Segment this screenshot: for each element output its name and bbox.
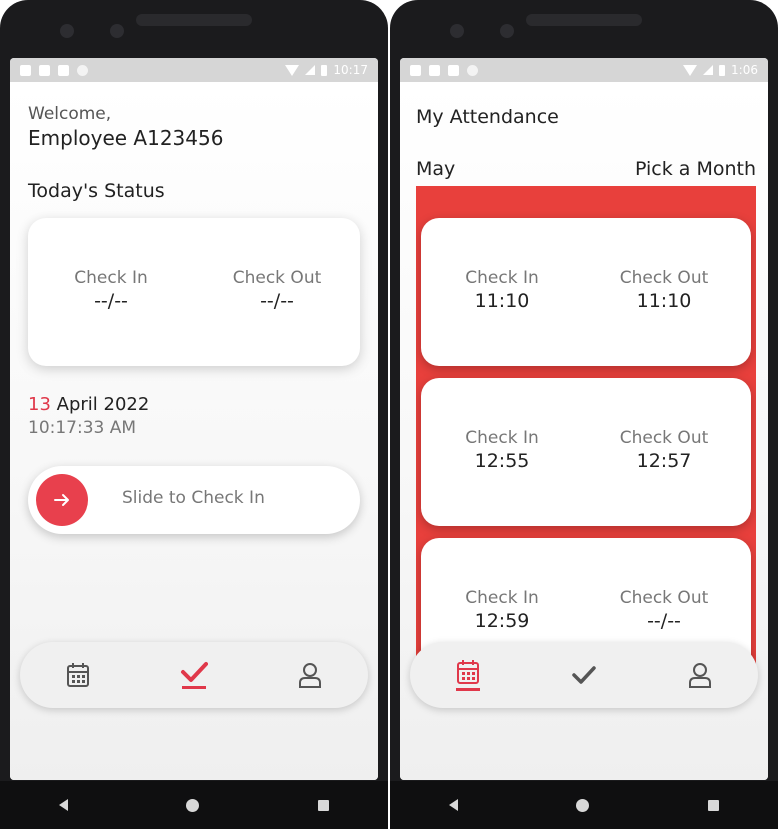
nav-profile[interactable]	[680, 653, 720, 697]
system-navigation-bar	[390, 781, 778, 829]
current-time: 10:17:33 AM	[28, 418, 137, 438]
user-icon	[689, 663, 711, 688]
front-camera	[450, 24, 464, 38]
status-time: 1:06	[731, 63, 758, 77]
nav-profile[interactable]	[290, 653, 330, 697]
check-in-column: Check In 12:55	[437, 428, 567, 472]
screen-today-status: 10:17 Welcome, Employee A123456 Today's …	[10, 58, 378, 780]
check-out-column: Check Out 11:10	[599, 268, 729, 312]
user-icon	[299, 663, 321, 688]
nav-check-in[interactable]	[564, 653, 604, 697]
check-in-value: --/--	[94, 290, 128, 312]
checkmark-icon	[572, 666, 596, 684]
main-content: Welcome, Employee A123456 Today's Status…	[10, 82, 378, 780]
screen-my-attendance: 1:06 My Attendance May Pick a Month Chec…	[400, 58, 768, 780]
check-out-value: --/--	[260, 290, 294, 312]
check-out-column: Check Out --/--	[212, 268, 342, 312]
gear-icon	[20, 64, 31, 76]
page-title: My Attendance	[416, 106, 559, 128]
current-month: May	[416, 158, 456, 180]
date-month-year: April 2022	[56, 394, 150, 415]
back-icon[interactable]	[59, 799, 69, 811]
check-in-label: Check In	[465, 428, 539, 448]
wifi-icon	[285, 64, 300, 76]
back-icon[interactable]	[449, 799, 459, 811]
status-bar: 10:17	[10, 58, 378, 82]
check-in-label: Check In	[465, 268, 539, 288]
check-out-value: 11:10	[636, 290, 692, 312]
welcome-label: Welcome,	[28, 104, 112, 124]
page-title: Today's Status	[28, 180, 165, 202]
calendar-icon	[457, 660, 479, 684]
calendar-icon	[67, 663, 89, 687]
main-content: My Attendance May Pick a Month Check In …	[400, 82, 768, 780]
earpiece-speaker	[526, 14, 642, 26]
check-out-column: Check Out --/--	[599, 588, 729, 632]
sim-card-icon	[58, 64, 69, 76]
bottom-navigation	[20, 642, 368, 708]
attendance-list: Check In 11:10 Check Out 11:10 Check In …	[416, 186, 756, 682]
active-tab-indicator	[182, 686, 206, 689]
arrow-right-icon	[54, 494, 69, 506]
pick-month-button[interactable]: Pick a Month	[635, 158, 756, 180]
date-day: 13	[28, 394, 51, 415]
check-in-column: Check In 12:59	[437, 588, 567, 632]
check-in-value: 12:59	[474, 610, 530, 632]
wifi-icon	[683, 64, 698, 76]
check-out-value: 12:57	[636, 450, 692, 472]
home-icon[interactable]	[186, 798, 200, 812]
front-sensor	[500, 24, 514, 38]
recent-apps-icon[interactable]	[317, 799, 329, 811]
dot-icon	[467, 64, 478, 76]
employee-name: Employee A123456	[28, 126, 224, 150]
recent-apps-icon[interactable]	[707, 799, 719, 811]
battery-icon	[719, 64, 726, 76]
shield-icon	[39, 64, 50, 76]
attendance-record: Check In 11:10 Check Out 11:10	[421, 218, 751, 366]
check-out-value: --/--	[647, 610, 681, 632]
home-icon[interactable]	[576, 798, 590, 812]
dot-icon	[77, 64, 88, 76]
earpiece-speaker	[136, 14, 252, 26]
nav-attendance[interactable]	[448, 653, 488, 697]
phone-frame-left: 10:17 Welcome, Employee A123456 Today's …	[0, 0, 388, 829]
battery-icon	[321, 64, 328, 76]
check-in-label: Check In	[465, 588, 539, 608]
system-navigation-bar	[0, 781, 388, 829]
check-in-value: 12:55	[474, 450, 530, 472]
slider-knob[interactable]	[36, 474, 88, 526]
check-out-label: Check Out	[619, 268, 709, 288]
status-bar: 1:06	[400, 58, 768, 82]
check-in-value: 11:10	[474, 290, 530, 312]
signal-icon	[703, 65, 714, 75]
check-in-column: Check In --/--	[46, 268, 176, 312]
check-out-column: Check Out 12:57	[599, 428, 729, 472]
current-date: 13 April 2022	[28, 394, 149, 415]
phone-frame-right: 1:06 My Attendance May Pick a Month Chec…	[390, 0, 778, 829]
check-in-label: Check In	[74, 268, 148, 288]
slider-label: Slide to Check In	[122, 488, 265, 508]
check-out-label: Check Out	[619, 588, 709, 608]
front-camera	[60, 24, 74, 38]
nav-attendance[interactable]	[58, 653, 98, 697]
signal-icon	[305, 65, 316, 75]
attendance-record: Check In 12:55 Check Out 12:57	[421, 378, 751, 526]
check-in-column: Check In 11:10	[437, 268, 567, 312]
active-tab-indicator	[456, 688, 480, 691]
slide-to-check-in[interactable]: Slide to Check In	[28, 466, 360, 534]
checkmark-icon	[181, 662, 208, 682]
nav-check-in[interactable]	[174, 653, 214, 697]
check-out-label: Check Out	[619, 428, 709, 448]
shield-icon	[429, 64, 440, 76]
gear-icon	[410, 64, 421, 76]
today-status-card: Check In --/-- Check Out --/--	[28, 218, 360, 366]
bottom-navigation	[410, 642, 758, 708]
sim-card-icon	[448, 64, 459, 76]
check-out-label: Check Out	[232, 268, 322, 288]
status-time: 10:17	[333, 63, 368, 77]
front-sensor	[110, 24, 124, 38]
